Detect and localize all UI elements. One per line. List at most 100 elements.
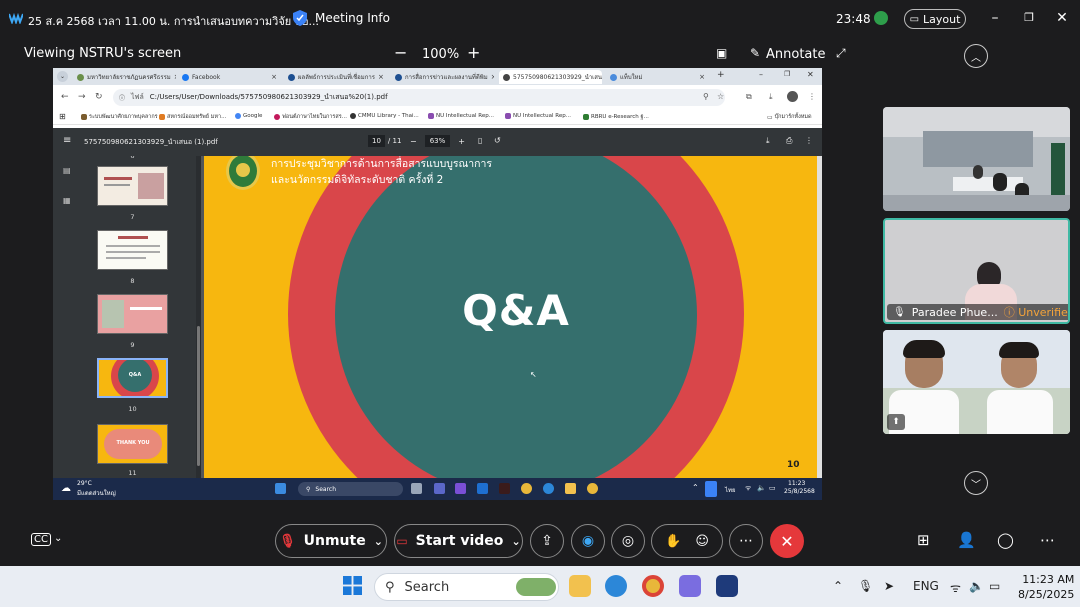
windows-start-icon[interactable] [275, 483, 286, 494]
remote-control-icon[interactable]: ▣ [716, 46, 727, 60]
chat-icon[interactable]: ◯ [997, 531, 1014, 549]
closed-captions-icon[interactable]: CC [31, 533, 51, 546]
apps-icon[interactable]: ⊞ [917, 531, 930, 549]
meeting-info-button[interactable]: Meeting Info [293, 10, 390, 26]
browser-tab[interactable]: มหาวิทยาลัยราชภัฏนครศรีธรรม × [73, 70, 176, 84]
bookmark-item[interactable]: ระบบพัฒนาศักยภาพบุคลากร [81, 113, 158, 121]
webex-app-icon[interactable] [716, 575, 738, 597]
file-explorer-icon[interactable] [569, 575, 591, 597]
participant-video-tile-active[interactable]: 🎙 Paradee Phue... ⓘ Unverified [883, 218, 1070, 324]
illustrator-icon[interactable] [499, 483, 510, 494]
bookmark-item[interactable]: NU Intellectual Rep... [505, 113, 571, 119]
chrome-icon[interactable] [642, 575, 664, 597]
chrome-icon[interactable] [521, 483, 532, 494]
network-status-icon[interactable] [874, 11, 888, 25]
ai-assistant-button[interactable]: ◉ [571, 524, 605, 558]
more-options-button[interactable]: ⋯ [729, 524, 763, 558]
lang-indicator[interactable]: ไทย [725, 485, 736, 495]
browser-tab[interactable]: แท็บใหม่ × [606, 70, 709, 84]
fit-page-icon[interactable]: ▯ [478, 136, 482, 145]
file-explorer-icon[interactable] [565, 483, 576, 494]
wifi-icon[interactable]: ᯤ [950, 579, 961, 596]
task-view-icon[interactable] [411, 483, 422, 494]
windows-start-icon[interactable] [343, 576, 362, 595]
tab-close-icon[interactable]: × [378, 73, 384, 81]
tab-close-icon[interactable]: × [699, 73, 705, 81]
annotate-pen-icon[interactable]: ✎ [750, 46, 760, 60]
more-icon[interactable]: ⋯ [1040, 531, 1055, 549]
pdf-menu-icon[interactable]: ≡ [63, 135, 71, 146]
mic-muted-tray-icon[interactable]: 🎙 [858, 579, 873, 593]
location-icon[interactable]: ➤ [884, 579, 894, 593]
restore-icon[interactable]: ❐ [784, 70, 790, 78]
all-bookmarks-folder[interactable]: ▭ บุ๊กมาร์กทั้งหมด [767, 113, 812, 121]
chrome-icon[interactable] [587, 483, 598, 494]
zoom-in-icon[interactable]: + [467, 43, 480, 62]
edge-icon[interactable] [543, 483, 554, 494]
zoom-page-icon[interactable]: ⚲ [703, 92, 709, 101]
browser-tab-active[interactable]: 575750980621303929_นำเสน × [499, 70, 602, 84]
close-icon[interactable]: ✕ [1055, 11, 1069, 25]
remote-search-box[interactable]: ⚲ Search [298, 482, 403, 496]
back-icon[interactable]: ← [61, 92, 69, 102]
tray-chevron-icon[interactable]: ⌃ [692, 483, 699, 492]
url-field[interactable]: ⓘ ไฟล์ C:/Users/User/Downloads/575750980… [113, 89, 725, 106]
print-icon[interactable]: ⎙ [786, 136, 792, 146]
browser-menu-icon[interactable]: ⋮ [808, 92, 816, 101]
system-clock[interactable]: 11:23 AM 8/25/2025 [1018, 572, 1074, 602]
annotate-button[interactable]: Annotate [766, 47, 825, 62]
copilot-icon[interactable] [679, 575, 701, 597]
minimize-icon[interactable]: – [759, 70, 763, 79]
reactions-button[interactable]: ✋ ☺ [651, 524, 723, 558]
apps-grid-icon[interactable]: ⊞ [59, 112, 66, 121]
unmute-button[interactable]: 🎙 Unmute ⌄ [275, 524, 387, 558]
participants-scroll-up-icon[interactable]: ︿ [964, 44, 988, 68]
tab-search-icon[interactable]: ⌄ [57, 71, 68, 82]
tab-close-icon[interactable]: × [174, 73, 176, 81]
participant-video-tile[interactable] [883, 107, 1070, 211]
browser-tab[interactable]: การสื่อการข่าวและผลงานที่ตีพิม × [391, 70, 494, 84]
minimize-icon[interactable]: – [988, 11, 1002, 25]
more-options-icon[interactable]: ⋮ [805, 136, 813, 145]
browser-tab[interactable]: ผลลัพธ์การประเมินที่เชื่อมการ × [284, 70, 387, 84]
pdf-scrollbar[interactable] [817, 156, 822, 478]
downloads-icon[interactable]: ⤓ [769, 92, 773, 102]
tab-close-icon[interactable]: × [271, 73, 277, 81]
language-indicator[interactable]: ENG [913, 579, 939, 593]
bookmark-item[interactable]: RBRU e-Research ฐ... [583, 113, 649, 121]
bookmark-item[interactable]: NU Intellectual Rep... [428, 113, 494, 119]
outlook-icon[interactable] [477, 483, 488, 494]
thumbnails-icon[interactable]: ▤ [63, 166, 71, 175]
edge-icon[interactable] [605, 575, 627, 597]
pdf-zoom-input[interactable]: 63% [424, 135, 451, 147]
forward-icon[interactable]: → [78, 92, 86, 102]
layout-button[interactable]: ▭ Layout [904, 9, 966, 29]
scrollbar-thumb[interactable] [197, 326, 200, 466]
extensions-icon[interactable]: ⧉ [746, 92, 752, 102]
battery-icon[interactable]: ▭ [989, 579, 1000, 593]
participants-scroll-down-icon[interactable]: ﹀ [964, 471, 988, 495]
tray-chevron-icon[interactable]: ⌃ [833, 579, 843, 593]
zoom-in-icon[interactable]: + [458, 137, 465, 146]
download-icon[interactable]: ⤓ [766, 136, 770, 146]
share-screen-button[interactable]: ⇪ [530, 524, 564, 558]
pdf-thumbnail[interactable] [97, 166, 168, 206]
copilot-icon[interactable] [455, 483, 466, 494]
new-tab-icon[interactable]: + [717, 70, 725, 80]
pdf-thumbnail-selected[interactable]: Q&A [97, 358, 168, 398]
outline-icon[interactable]: ▦ [63, 196, 71, 205]
bookmark-item[interactable]: Google [235, 113, 262, 119]
record-button[interactable]: ◎ [611, 524, 645, 558]
pdf-thumbnail[interactable]: THANK YOU [97, 424, 168, 464]
reload-icon[interactable]: ↻ [95, 92, 103, 102]
wifi-icon[interactable]: ᯤ [745, 484, 751, 493]
pdf-thumbnail[interactable] [97, 294, 168, 334]
zoom-out-icon[interactable]: − [410, 137, 417, 146]
teams-icon[interactable] [434, 483, 445, 494]
page-number-input[interactable]: 10 [368, 135, 385, 147]
taskbar-search-box[interactable]: ⚲ Search [374, 573, 559, 601]
tab-close-icon[interactable]: × [491, 73, 494, 81]
bookmark-item[interactable]: สหกรณ์ออมทรัพย์ มหา... [159, 113, 226, 121]
browser-tab[interactable]: Facebook × [178, 70, 281, 84]
close-icon[interactable]: ✕ [807, 70, 814, 79]
